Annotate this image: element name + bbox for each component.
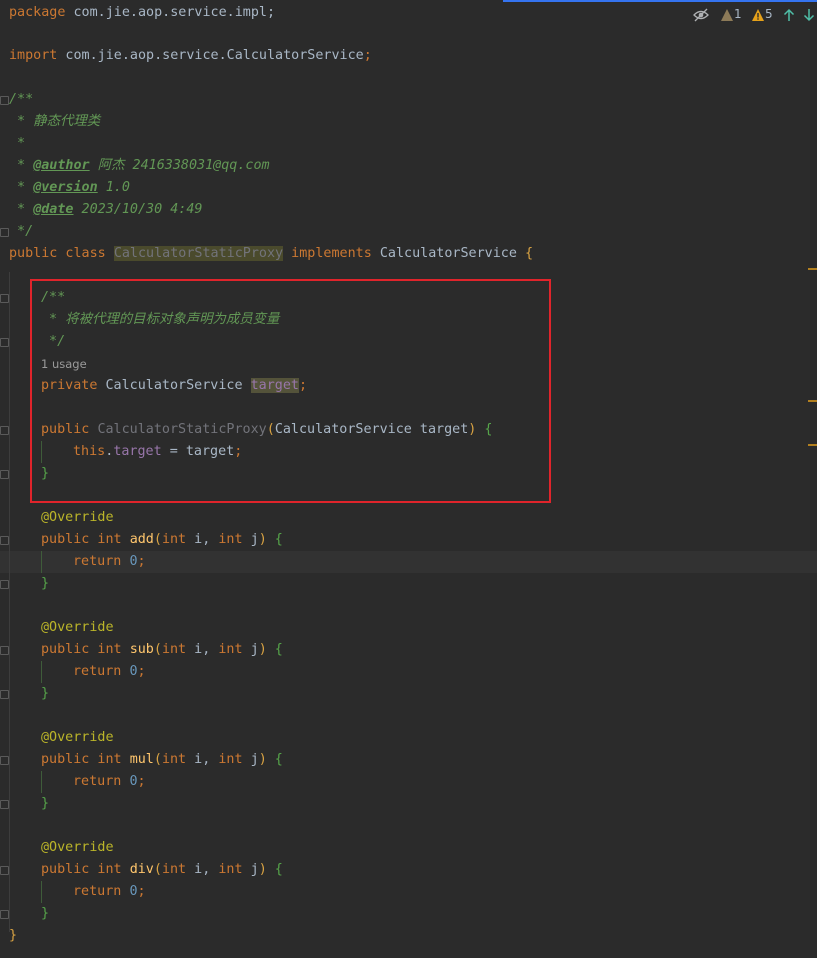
fold-marker[interactable]	[0, 800, 9, 809]
method-signature-div[interactable]: public int div(int i, int j) {	[41, 859, 283, 881]
fold-marker[interactable]	[0, 646, 9, 655]
class-declaration-line[interactable]: public class CalculatorStaticProxy imple…	[9, 243, 533, 265]
arrow-up-icon	[783, 8, 795, 21]
method-signature-add[interactable]: public int add(int i, int j) {	[41, 529, 283, 551]
doc-comment-line[interactable]: /**	[9, 89, 33, 111]
close-brace-line[interactable]: }	[41, 903, 49, 925]
warning-counter[interactable]: 5	[751, 4, 773, 24]
code-editor[interactable]: 1 5 package com.jie.aop.service.impl; im…	[0, 0, 817, 958]
fold-marker[interactable]	[0, 338, 9, 347]
close-brace-line[interactable]: }	[41, 463, 49, 485]
return-line[interactable]: return 0;	[73, 661, 146, 683]
warning-marker[interactable]	[808, 400, 817, 402]
fold-marker[interactable]	[0, 470, 9, 479]
method-signature-mul[interactable]: public int mul(int i, int j) {	[41, 749, 283, 771]
method-signature-sub[interactable]: public int sub(int i, int j) {	[41, 639, 283, 661]
fold-marker[interactable]	[0, 690, 9, 699]
next-highlight-button[interactable]	[803, 4, 815, 24]
weak-warning-icon	[721, 8, 733, 21]
weak-warning-counter[interactable]: 1	[720, 4, 742, 24]
close-brace-line[interactable]: }	[41, 573, 49, 595]
doc-comment-line[interactable]: *	[9, 133, 25, 155]
doc-comment-line[interactable]: */	[9, 221, 33, 243]
fold-marker[interactable]	[0, 866, 9, 875]
field-name[interactable]: target	[250, 378, 299, 393]
return-line[interactable]: return 0;	[73, 881, 146, 903]
warning-marker[interactable]	[808, 444, 817, 446]
fold-marker[interactable]	[0, 910, 9, 919]
assignment-line[interactable]: this.target = target;	[73, 441, 242, 463]
tab-accent-bar	[503, 0, 817, 2]
close-brace-line[interactable]: }	[41, 683, 49, 705]
doc-comment-line[interactable]: * 将被代理的目标对象声明为成员变量	[41, 309, 279, 331]
reader-mode-icon[interactable]	[693, 4, 709, 24]
warning-icon	[752, 8, 764, 21]
override-annotation[interactable]: @Override	[41, 727, 114, 749]
fold-marker[interactable]	[0, 580, 9, 589]
doc-comment-line[interactable]: */	[41, 331, 65, 353]
fold-marker[interactable]	[0, 426, 9, 435]
fold-marker[interactable]	[0, 294, 9, 303]
weak-warning-count: 1	[734, 7, 742, 21]
override-annotation[interactable]: @Override	[41, 837, 114, 859]
fold-marker[interactable]	[0, 228, 9, 237]
warning-marker[interactable]	[808, 268, 817, 270]
indent-guide	[41, 771, 42, 793]
usage-hint[interactable]: 1 usage	[41, 353, 87, 375]
class-close-brace-line[interactable]: }	[9, 925, 17, 947]
code-line-import[interactable]: import com.jie.aop.service.CalculatorSer…	[9, 45, 372, 67]
override-annotation[interactable]: @Override	[41, 617, 114, 639]
return-line[interactable]: return 0;	[73, 551, 146, 573]
fold-marker[interactable]	[0, 536, 9, 545]
indent-guide	[9, 272, 10, 932]
fold-marker[interactable]	[0, 756, 9, 765]
doc-version-line[interactable]: * @version 1.0	[9, 177, 130, 199]
override-annotation[interactable]: @Override	[41, 507, 114, 529]
doc-date-line[interactable]: * @date 2023/10/30 4:49	[9, 199, 202, 221]
fold-marker[interactable]	[0, 96, 9, 105]
arrow-down-icon	[803, 8, 815, 21]
close-brace-line[interactable]: }	[41, 793, 49, 815]
return-line[interactable]: return 0;	[73, 771, 146, 793]
doc-comment-line[interactable]: * 静态代理类	[9, 111, 100, 133]
doc-comment-line[interactable]: /**	[41, 287, 65, 309]
class-name[interactable]: CalculatorStaticProxy	[113, 246, 284, 261]
indent-guide	[41, 881, 42, 903]
field-declaration-line[interactable]: private CalculatorService target;	[41, 375, 307, 397]
constructor-line[interactable]: public CalculatorStaticProxy(CalculatorS…	[41, 419, 492, 441]
warning-count: 5	[765, 7, 773, 21]
indent-guide	[41, 551, 42, 573]
doc-author-line[interactable]: * @author 阿杰 2416338031@qq.com	[9, 155, 270, 177]
previous-highlight-button[interactable]	[783, 4, 795, 24]
indent-guide	[41, 661, 42, 683]
code-line-package[interactable]: package com.jie.aop.service.impl;	[9, 2, 275, 24]
